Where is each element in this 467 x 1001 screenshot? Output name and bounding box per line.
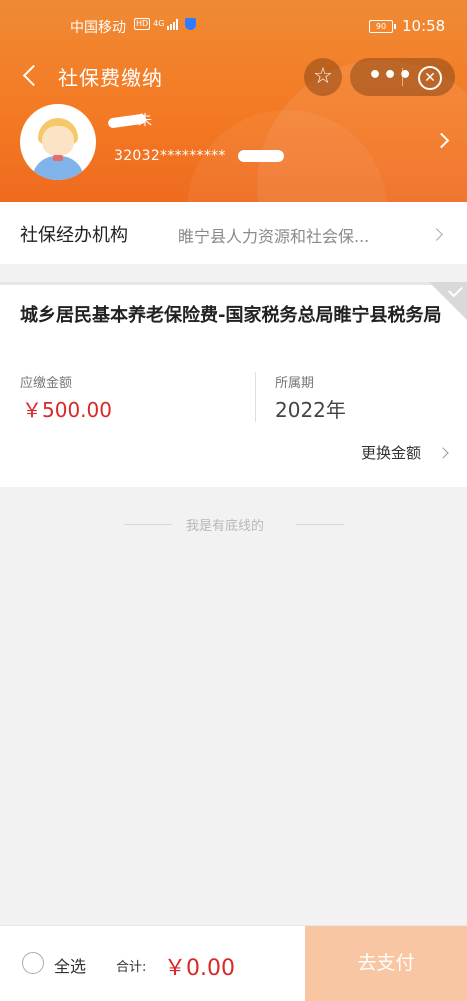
capsule-divider bbox=[402, 68, 403, 86]
amount-label: 应缴金额 bbox=[20, 376, 73, 391]
pay-button[interactable]: 去支付 bbox=[305, 926, 467, 1001]
close-circle-icon[interactable]: ✕ bbox=[418, 66, 442, 90]
hd-badge: HD bbox=[134, 18, 151, 30]
battery-icon: 90 bbox=[369, 20, 396, 33]
back-arrow-icon[interactable] bbox=[18, 60, 40, 90]
carrier-name: 中国移动 bbox=[70, 20, 126, 36]
divider bbox=[255, 372, 256, 422]
star-icon[interactable]: ☆ bbox=[304, 58, 342, 96]
select-all-radio[interactable] bbox=[22, 952, 44, 974]
agency-row[interactable]: 社保经办机构 睢宁县人力资源和社会保... bbox=[0, 202, 467, 264]
battery-level: 90 bbox=[375, 22, 387, 31]
nav-bar: 社保费缴纳 ☆ ••• ✕ bbox=[0, 50, 467, 102]
signal-icon bbox=[167, 18, 179, 30]
period-value: 2022年 bbox=[275, 398, 346, 422]
user-name: 朱 bbox=[138, 113, 152, 129]
payment-item-card[interactable]: 城乡居民基本养老保险费-国家税务总局睢宁县税务局 应缴金额 ￥500.00 所属… bbox=[0, 282, 467, 487]
shield-icon bbox=[185, 18, 197, 30]
miniprogram-capsule: ••• ✕ bbox=[350, 58, 455, 96]
amount-value: ￥500.00 bbox=[22, 398, 112, 422]
status-icons: HD 4G bbox=[134, 18, 197, 30]
select-all-label[interactable]: 全选 bbox=[54, 953, 86, 977]
end-of-list-indicator: 我是有底线的 bbox=[0, 515, 467, 535]
clock: 10:58 bbox=[402, 17, 446, 35]
item-title: 城乡居民基本养老保险费-国家税务总局睢宁县税务局 bbox=[20, 305, 442, 326]
id-number: 32032********* bbox=[114, 148, 226, 164]
divider bbox=[124, 524, 172, 525]
agency-label: 社保经办机构 bbox=[20, 225, 128, 246]
chevron-right-icon[interactable] bbox=[437, 447, 449, 459]
more-dots-icon[interactable]: ••• bbox=[368, 58, 413, 94]
id-redaction bbox=[238, 150, 284, 162]
agency-value: 睢宁县人力资源和社会保... bbox=[178, 227, 370, 246]
page-title: 社保费缴纳 bbox=[58, 66, 163, 90]
chevron-right-icon bbox=[430, 228, 443, 241]
chevron-right-icon[interactable] bbox=[433, 132, 450, 149]
period-label: 所属期 bbox=[275, 376, 315, 391]
total-label: 合计: bbox=[116, 960, 147, 975]
checkout-bar: 全选 合计: ￥0.00 去支付 bbox=[0, 925, 467, 1001]
card-top-border bbox=[0, 282, 467, 285]
status-bar: 中国移动 HD 4G 90 10:58 bbox=[0, 0, 467, 46]
change-amount-link[interactable]: 更换金额 bbox=[361, 442, 421, 463]
avatar bbox=[20, 104, 96, 180]
network-type: 4G bbox=[153, 19, 165, 28]
end-of-list-text: 我是有底线的 bbox=[186, 519, 265, 534]
user-profile[interactable]: 朱 32032********* bbox=[0, 102, 467, 202]
divider bbox=[296, 524, 344, 525]
header-banner: 中国移动 HD 4G 90 10:58 社保费缴纳 ☆ ••• ✕ 朱 3203… bbox=[0, 0, 467, 202]
total-value: ￥0.00 bbox=[164, 956, 235, 981]
